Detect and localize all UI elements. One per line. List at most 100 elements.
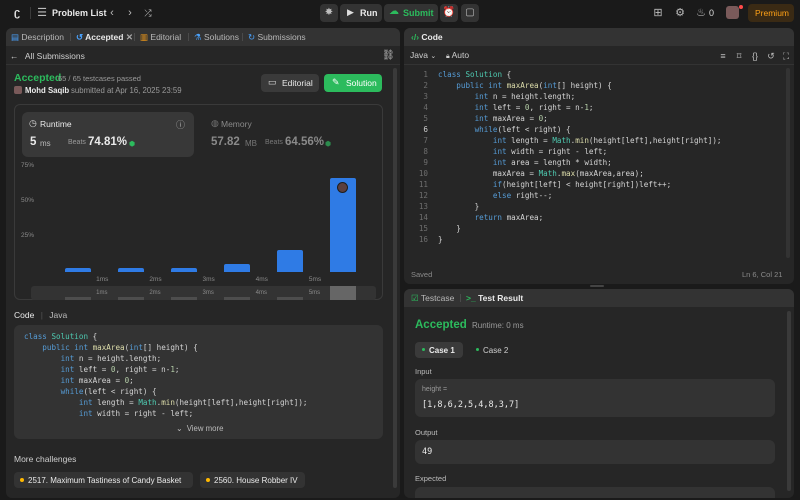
runtime-label: Runtime (40, 119, 72, 129)
code-line: while(left < right) { (60, 387, 157, 396)
x-tick-label: 1ms (96, 276, 109, 283)
terminal-icon: >_ (466, 293, 476, 303)
premium-button[interactable]: Premium (748, 4, 794, 22)
y-tick-label: 25% (21, 232, 35, 239)
line-number: 9 (423, 158, 428, 167)
timer-button[interactable]: ⏰ (440, 4, 458, 22)
left-tab-bar: ▤ Description ↺ Accepted ✕ ▥ Editorial ⚗… (6, 28, 400, 46)
editor-scrollbar[interactable] (786, 68, 790, 258)
tab-solutions[interactable]: ⚗ Solutions (194, 31, 239, 43)
back-to-submissions[interactable]: ← All Submissions (10, 51, 85, 61)
notification-dot (739, 5, 743, 9)
tab-editorial[interactable]: ▥ Editorial (140, 31, 181, 43)
chart-bar[interactable] (170, 267, 197, 272)
tab-test-result[interactable]: >_ Test Result (466, 292, 523, 304)
code-preview: class Solution { public int maxArea(int[… (14, 325, 383, 439)
solution-button[interactable]: ✎ Solution (324, 74, 382, 92)
leetcode-logo-icon[interactable]: ʗ (10, 6, 24, 20)
tab-description[interactable]: ▤ Description (11, 31, 64, 43)
line-number: 4 (423, 103, 428, 112)
code-line: else right--; (492, 191, 553, 200)
fullscreen-icon[interactable]: ⛶ (780, 49, 792, 63)
editorial-button[interactable]: ▭ Editorial (261, 74, 319, 92)
chart-bar[interactable] (64, 267, 91, 272)
runtime-card[interactable]: ◷ Runtime ⓘ 5 ms Beats 74.81% ⬢ (22, 112, 194, 157)
code-line: public int maxArea(int[] height) { (42, 343, 198, 352)
check-box-icon: ☑ (411, 293, 419, 303)
submit-button[interactable]: ☁ Submit (384, 4, 438, 22)
view-more-button[interactable]: ⌄ View more (176, 424, 223, 433)
code-line: int left = 0, right = n-1; (474, 103, 594, 112)
info-icon[interactable]: ⓘ (176, 118, 185, 131)
user-avatar (14, 86, 22, 94)
language-select[interactable]: Java ⌄ (410, 50, 436, 60)
avatar[interactable] (726, 6, 739, 19)
close-icon[interactable]: ✕ (126, 32, 133, 42)
left-scrollbar[interactable] (393, 68, 397, 488)
y-tick-label: 75% (21, 162, 35, 169)
username[interactable]: Mohd Saqib (25, 86, 69, 95)
overview-tick-label: 4ms (255, 290, 267, 296)
code-line: public int maxArea(int[] height) { (456, 81, 612, 90)
share-link-icon[interactable]: ⛓ (382, 49, 395, 63)
runtime-beats: 74.81% (88, 136, 128, 148)
list-icon[interactable]: ☰ (36, 6, 48, 20)
x-tick-label: 2ms (149, 276, 162, 283)
overview-bar (330, 286, 357, 300)
tab-testcase[interactable]: ☑ Testcase (411, 292, 454, 304)
line-number: 3 (423, 92, 428, 101)
tab-accepted[interactable]: ↺ Accepted ✕ (76, 31, 133, 43)
case-2-tab[interactable]: Case 2 (468, 342, 516, 358)
panel-resize-handle[interactable] (590, 285, 604, 287)
notes-button[interactable]: ▢ (461, 4, 479, 22)
next-problem-icon[interactable]: › (124, 6, 136, 20)
challenge-chip[interactable]: 2517. Maximum Tastiness of Candy Basket (14, 472, 193, 488)
format-icon[interactable]: ≡ (717, 49, 729, 63)
fire-icon[interactable]: ♨ (695, 6, 707, 20)
reset-icon[interactable]: ↺ (765, 49, 777, 63)
shuffle-icon[interactable]: ⤮ (142, 6, 154, 20)
play-icon: ▶ (347, 7, 354, 17)
memory-card[interactable]: ◍ Memory 57.82 MB Beats 64.56% ⬢ (205, 112, 377, 157)
submitted-at: submitted at Apr 16, 2025 23:59 (71, 86, 182, 95)
debug-button[interactable]: ✸ (320, 4, 338, 22)
code-line: int width = right - left; (492, 147, 608, 156)
tab-code[interactable]: ‹/› Code (411, 31, 443, 43)
result-scrollbar[interactable] (787, 311, 791, 491)
challenge-chip[interactable]: 2560. House Robber IV (200, 472, 305, 488)
bug-icon: ✸ (324, 7, 334, 18)
run-button[interactable]: ▶ Run (340, 4, 382, 22)
auto-mode[interactable]: 🔒︎ Auto (446, 50, 469, 61)
testcases-passed: 65 / 65 testcases passed (58, 74, 141, 83)
difficulty-dot (20, 478, 24, 482)
overview-bar (170, 297, 197, 300)
line-numbers: 1 2 3 4 5 6 7 8 9 10 11 12 13 14 15 16 (408, 70, 432, 250)
input-box: height = [1,8,6,2,5,4,8,3,7] (415, 379, 775, 417)
bookmark-icon[interactable]: ⌑ (733, 49, 745, 63)
code-editor[interactable]: class Solution { public int maxArea(int[… (438, 70, 788, 250)
code-line: } (438, 202, 480, 211)
code-line: class Solution { (24, 332, 98, 341)
grid-icon[interactable]: ⊞ (652, 6, 664, 20)
book-open-icon: ▭ (268, 77, 277, 87)
chart-bar[interactable] (277, 249, 304, 272)
case-1-tab[interactable]: Case 1 (415, 342, 463, 358)
edit-icon: ✎ (332, 77, 340, 87)
result-tab-bar: ☑ Testcase >_ Test Result (404, 289, 794, 307)
problem-list-link[interactable]: Problem List (52, 8, 107, 18)
stats-panel: ◷ Runtime ⓘ 5 ms Beats 74.81% ⬢ ◍ Memory… (14, 104, 383, 300)
chart-bar[interactable] (117, 267, 144, 272)
submission-status: Accepted (14, 72, 62, 84)
braces-icon[interactable]: {} (749, 49, 761, 63)
code-line: } (438, 224, 461, 233)
output-box: 49 (415, 440, 775, 464)
streak-count: 0 (709, 8, 715, 18)
line-number: 14 (418, 213, 428, 222)
prev-problem-icon[interactable]: ‹ (106, 6, 118, 20)
tab-submissions[interactable]: ↻ Submissions (248, 31, 306, 43)
clock-icon: ◷ (29, 118, 37, 128)
overview-bar (277, 297, 304, 300)
chart-bar[interactable] (224, 263, 251, 272)
overview-tick-label: 1ms (96, 290, 108, 296)
settings-icon[interactable]: ⚙ (674, 6, 686, 20)
